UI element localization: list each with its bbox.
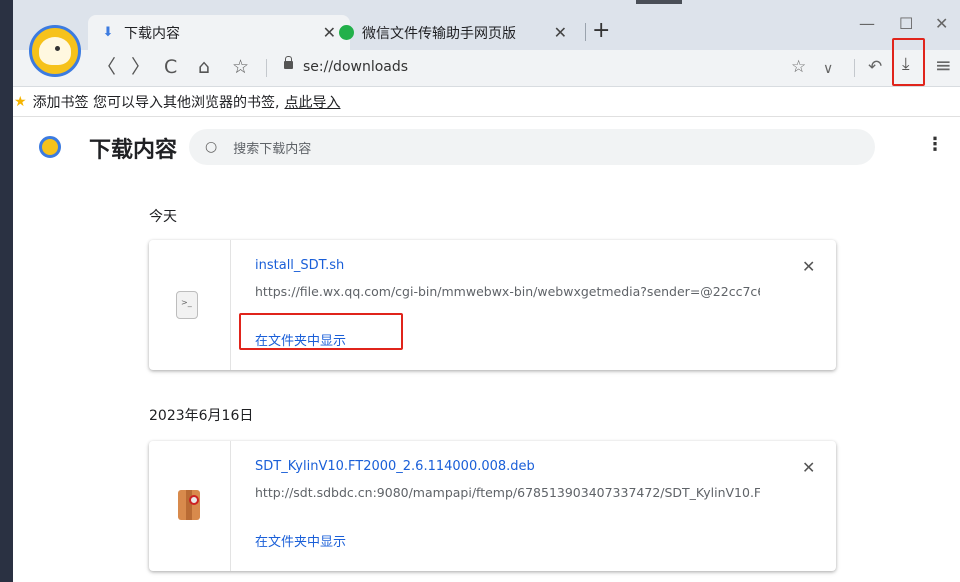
- date-heading: 今天: [149, 209, 177, 225]
- file-name-link[interactable]: install_SDT.sh: [255, 258, 344, 273]
- address-bar[interactable]: se://downloads: [303, 59, 408, 75]
- reload-button[interactable]: C: [164, 56, 177, 78]
- bookmark-hint: 添加书签 您可以导入其他浏览器的书签,: [32, 94, 280, 111]
- bookmark-bar: ★ 添加书签 您可以导入其他浏览器的书签, 点此导入: [13, 87, 960, 117]
- remove-item-icon[interactable]: ✕: [802, 458, 815, 477]
- new-tab-button[interactable]: +: [592, 19, 610, 43]
- minimize-button[interactable]: —: [859, 14, 875, 33]
- star-icon[interactable]: ☆: [791, 57, 806, 77]
- tab-title: 微信文件传输助手网页版: [362, 25, 516, 42]
- show-in-folder-link[interactable]: 在文件夹中显示: [255, 531, 346, 550]
- star-icon: ★: [14, 93, 27, 110]
- desktop-edge: [0, 0, 13, 582]
- close-tab-icon[interactable]: ✕: [554, 23, 567, 42]
- screen: ⬇ 下载内容 ✕ 微信文件传输助手网页版 ✕ + — ☐ ✕ 〈 〉 C ⌂ ☆: [0, 0, 960, 582]
- source-url: https://file.wx.qq.com/cgi-bin/mmwebwx-b…: [255, 284, 760, 299]
- deb-package-icon: [178, 490, 200, 520]
- bookmark-page-button[interactable]: ☆: [232, 56, 249, 78]
- browser-window: ⬇ 下载内容 ✕ 微信文件传输助手网页版 ✕ + — ☐ ✕ 〈 〉 C ⌂ ☆: [13, 0, 960, 582]
- browser-logo-icon: [39, 136, 61, 158]
- page-title: 下载内容: [89, 138, 178, 163]
- more-options-icon[interactable]: ⋮: [926, 136, 944, 154]
- search-placeholder: 搜索下载内容: [233, 141, 312, 157]
- undo-close-tab-icon[interactable]: ↶: [868, 57, 882, 77]
- file-icon-area: [149, 441, 231, 571]
- downloads-button[interactable]: ⤓: [892, 38, 925, 86]
- download-icon: ⬇: [102, 25, 114, 40]
- search-input[interactable]: ○ 搜索下载内容: [189, 129, 875, 165]
- browser-logo-icon[interactable]: [29, 25, 81, 77]
- menu-icon[interactable]: ≡: [935, 55, 952, 75]
- home-button[interactable]: ⌂: [198, 56, 210, 78]
- window-drag-handle[interactable]: [636, 0, 682, 4]
- date-heading: 2023年6月16日: [149, 408, 254, 424]
- highlight-box: [239, 313, 403, 350]
- tab-title: 下载内容: [124, 25, 180, 42]
- tab-downloads[interactable]: ⬇ 下载内容 ✕: [88, 15, 350, 50]
- toolbar: 〈 〉 C ⌂ ☆ se://downloads ☆ ∨ ↶ ≡: [13, 50, 960, 87]
- tab-divider: [585, 23, 586, 41]
- shell-script-icon: >_: [176, 291, 198, 319]
- chevron-down-icon[interactable]: ∨: [823, 59, 833, 79]
- lock-icon: [284, 56, 293, 69]
- remove-item-icon[interactable]: ✕: [802, 257, 815, 276]
- toolbar-divider: [854, 59, 855, 77]
- wechat-icon: [339, 25, 354, 40]
- close-window-button[interactable]: ✕: [935, 14, 948, 33]
- download-item: >_ install_SDT.sh https://file.wx.qq.com…: [149, 240, 836, 370]
- tab-strip: ⬇ 下载内容 ✕ 微信文件传输助手网页版 ✕ + — ☐ ✕: [13, 0, 960, 50]
- back-button[interactable]: 〈: [97, 56, 116, 78]
- search-icon: ○: [205, 139, 218, 155]
- download-item: SDT_KylinV10.FT2000_2.6.114000.008.deb h…: [149, 441, 836, 571]
- toolbar-divider: [266, 59, 267, 77]
- downloads-page: 下载内容 ○ 搜索下载内容 ⋮ 今天 >_ install_SDT.sh htt…: [13, 118, 960, 582]
- source-url: http://sdt.sdbdc.cn:9080/mampapi/ftemp/6…: [255, 485, 760, 500]
- maximize-button[interactable]: ☐: [899, 14, 913, 33]
- file-name-link[interactable]: SDT_KylinV10.FT2000_2.6.114000.008.deb: [255, 459, 535, 474]
- download-icon: ⤓: [902, 54, 910, 74]
- import-bookmarks-link[interactable]: 点此导入: [284, 92, 340, 112]
- forward-button[interactable]: 〉: [131, 56, 150, 78]
- file-icon-area: >_: [149, 240, 231, 370]
- tab-wechat-file-transfer[interactable]: 微信文件传输助手网页版 ✕: [333, 15, 583, 50]
